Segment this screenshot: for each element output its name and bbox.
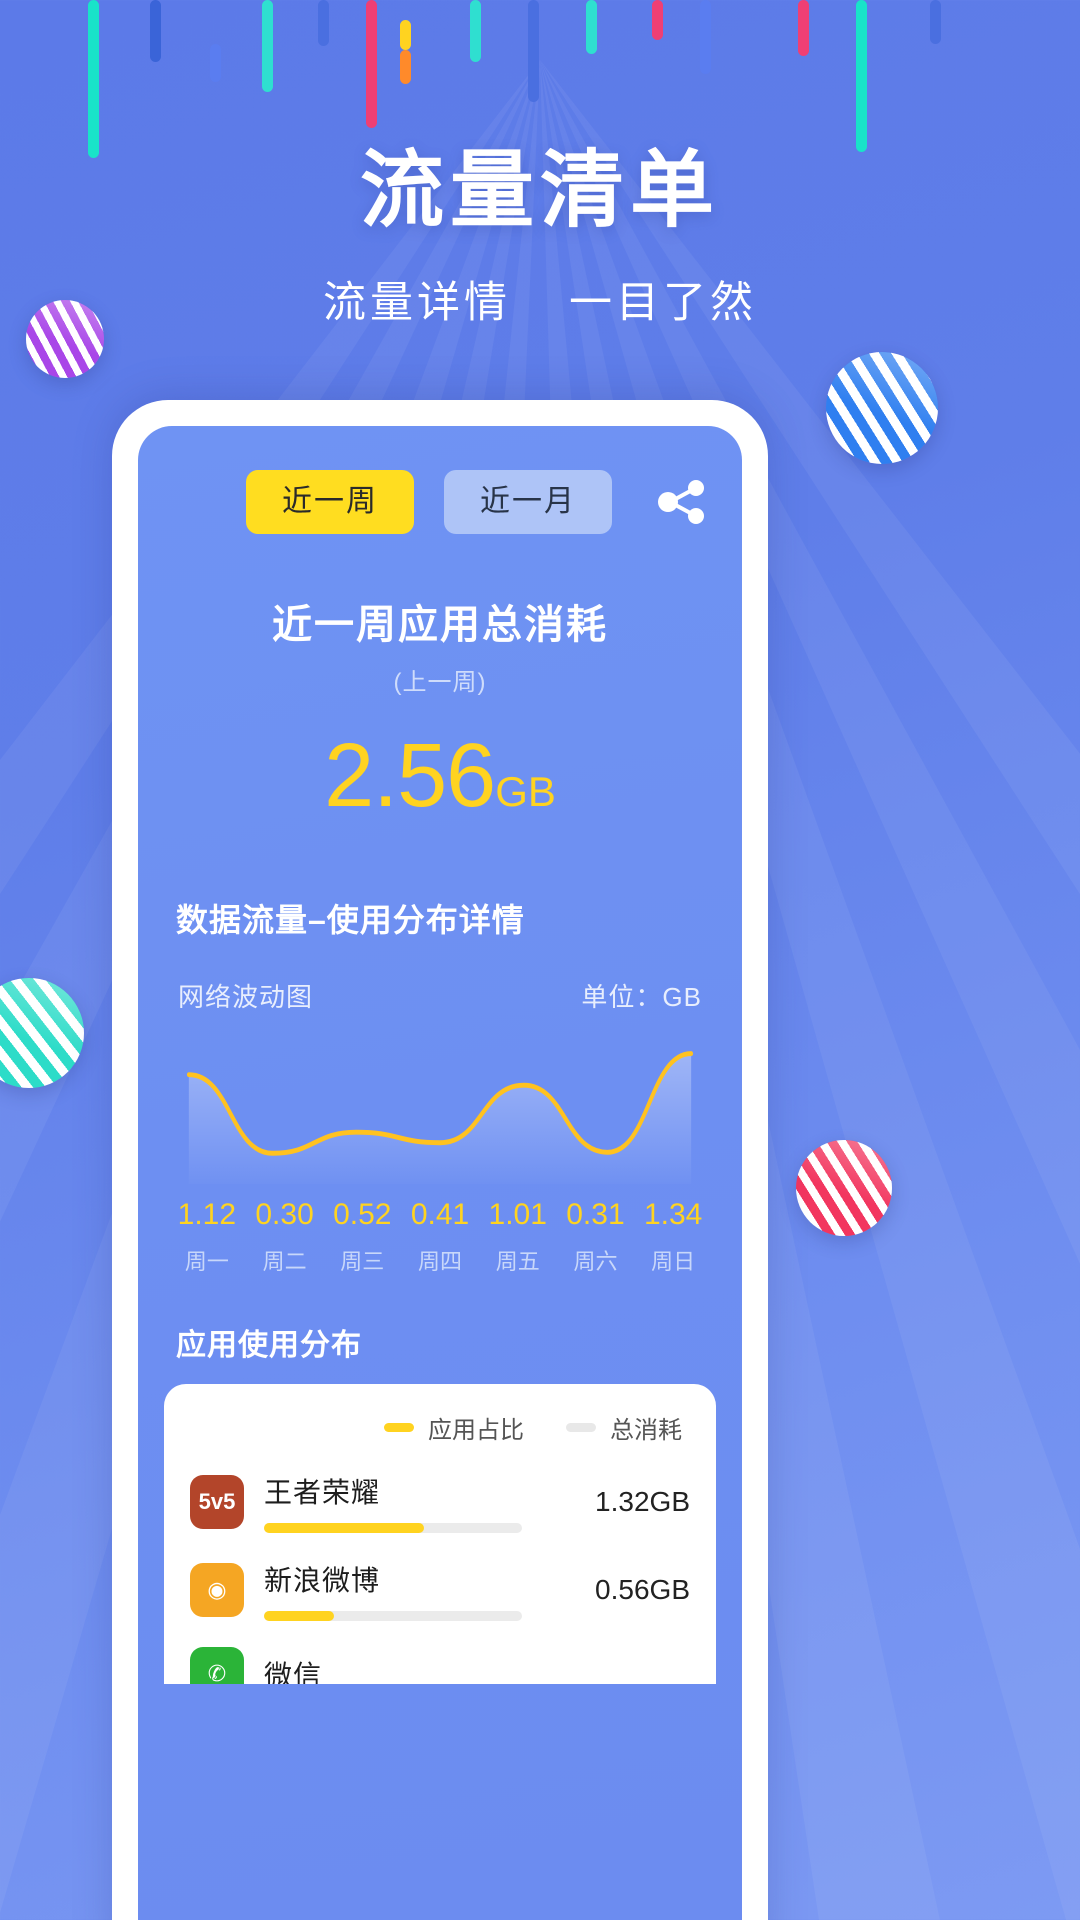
chart-day-labels: 周一 周二 周三 周四 周五 周六 周日 bbox=[168, 1244, 712, 1276]
app-name: 微信 bbox=[264, 1660, 323, 1684]
total-unit: GB bbox=[495, 768, 556, 815]
chart-day-5: 周六 bbox=[573, 1249, 618, 1274]
page-subtitle-left: 流量详情 bbox=[323, 279, 512, 327]
legend-label-app-share: 应用占比 bbox=[428, 1417, 524, 1444]
app-info: 王者荣耀 bbox=[264, 1471, 522, 1533]
decorative-ball-blue bbox=[826, 352, 938, 464]
app-value: 0.56GB bbox=[595, 1574, 690, 1605]
tab-bar: 近一周 近一月 bbox=[138, 426, 742, 534]
chart-value-5: 0.31 bbox=[566, 1198, 625, 1231]
app-info: 微信 bbox=[264, 1654, 522, 1684]
app-name: 新浪微博 bbox=[264, 1565, 381, 1596]
network-fluctuation-chart bbox=[172, 1036, 708, 1184]
chart-day-3: 周四 bbox=[418, 1249, 463, 1274]
tab-last-week[interactable]: 近一周 bbox=[246, 470, 414, 534]
app-row-list: 5v5 王者荣耀 1.32GB ◉ 新浪微博 0.56GB ✆ 微信 bbox=[190, 1471, 690, 1684]
legend-swatch-grey bbox=[566, 1423, 596, 1432]
total-consumption-block: 近一周应用总消耗 (上一周) 2.56GB bbox=[138, 592, 742, 821]
chart-header: 网络波动图 单位：GB bbox=[178, 977, 702, 1014]
chart-day-2: 周三 bbox=[340, 1249, 385, 1274]
app-usage-bar-fill bbox=[264, 1611, 334, 1621]
app-usage-card: 应用占比 总消耗 5v5 王者荣耀 1.32GB ◉ 新浪微博 0.56GB ✆ 微信 bbox=[164, 1384, 716, 1684]
section-title: 数据流量–使用分布详情 bbox=[176, 902, 525, 938]
chart-day-6: 周日 bbox=[651, 1249, 696, 1274]
app-row[interactable]: 5v5 王者荣耀 1.32GB bbox=[190, 1471, 690, 1533]
app-icon: ◉ bbox=[190, 1563, 244, 1617]
app-usage-bar bbox=[264, 1611, 522, 1621]
share-icon bbox=[658, 480, 704, 524]
legend-label-total: 总消耗 bbox=[610, 1417, 682, 1444]
total-period: (上一周) bbox=[393, 669, 487, 696]
chart-label: 网络波动图 bbox=[178, 982, 314, 1012]
decorative-ball-red bbox=[796, 1140, 892, 1236]
app-row[interactable]: ◉ 新浪微博 0.56GB bbox=[190, 1559, 690, 1621]
page-title: 流量清单 bbox=[359, 143, 720, 237]
chart-value-2: 0.52 bbox=[333, 1198, 392, 1231]
app-name: 王者荣耀 bbox=[264, 1477, 381, 1508]
chart-day-1: 周二 bbox=[262, 1249, 307, 1274]
app-row[interactable]: ✆ 微信 bbox=[190, 1647, 690, 1684]
chart-value-6: 1.34 bbox=[643, 1198, 703, 1231]
chart-day-4: 周五 bbox=[495, 1249, 540, 1274]
tab-last-month[interactable]: 近一月 bbox=[444, 470, 612, 534]
hero-header: 流量清单 流量详情 一目了然 bbox=[0, 0, 1080, 330]
app-usage-bar-fill bbox=[264, 1523, 424, 1533]
legend-swatch-yellow bbox=[384, 1423, 414, 1432]
period-tabs: 近一周 近一月 bbox=[212, 470, 646, 534]
chart-day-0: 周一 bbox=[184, 1249, 229, 1274]
page-subtitle: 流量详情 一目了然 bbox=[0, 268, 1080, 330]
total-title: 近一周应用总消耗 bbox=[272, 603, 608, 647]
page-subtitle-right: 一目了然 bbox=[568, 279, 757, 327]
chart-unit: 单位：GB bbox=[581, 982, 702, 1012]
app-value: 1.32GB bbox=[595, 1486, 690, 1517]
chart-legend: 应用占比 总消耗 bbox=[190, 1410, 690, 1445]
legend-item-total: 总消耗 bbox=[566, 1410, 682, 1445]
app-usage-bar bbox=[264, 1523, 522, 1533]
chart-value-labels: 1.12 0.30 0.52 0.41 1.01 0.31 1.34 bbox=[168, 1198, 712, 1232]
app-info: 新浪微博 bbox=[264, 1559, 522, 1621]
applist-title: 应用使用分布 bbox=[176, 1329, 362, 1362]
app-icon: 5v5 bbox=[190, 1475, 244, 1529]
app-icon: ✆ bbox=[190, 1647, 244, 1684]
chart-value-4: 1.01 bbox=[488, 1198, 547, 1231]
legend-item-app-share: 应用占比 bbox=[384, 1410, 524, 1445]
share-button[interactable] bbox=[646, 479, 708, 525]
total-value: 2.56 bbox=[324, 726, 496, 826]
chart-value-3: 0.41 bbox=[410, 1198, 470, 1231]
phone-mockup: 近一周 近一月 近一周应用总消耗 (上一周) 2.56GB 数据流量–使用分布详… bbox=[112, 400, 768, 1920]
phone-screen: 近一周 近一月 近一周应用总消耗 (上一周) 2.56GB 数据流量–使用分布详… bbox=[138, 426, 742, 1920]
chart-value-0: 1.12 bbox=[177, 1198, 237, 1231]
chart-svg bbox=[186, 1051, 694, 1184]
total-value-row: 2.56GB bbox=[138, 731, 742, 821]
chart-value-1: 0.30 bbox=[255, 1198, 314, 1231]
